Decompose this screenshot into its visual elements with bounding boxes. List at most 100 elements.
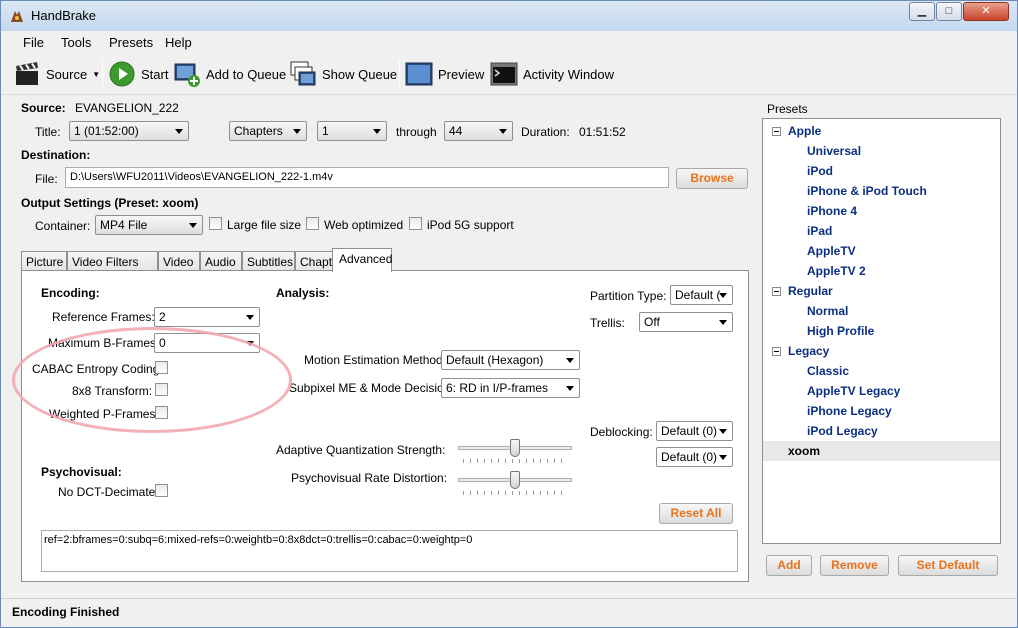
menu-help[interactable]: Help bbox=[165, 35, 192, 50]
ipod-5g-checkbox[interactable] bbox=[409, 217, 422, 230]
source-name: EVANGELION_222 bbox=[75, 101, 179, 115]
preset-item[interactable]: iPad bbox=[807, 224, 832, 238]
container-label: Container: bbox=[35, 219, 91, 233]
preset-item[interactable]: AppleTV Legacy bbox=[807, 384, 900, 398]
close-button[interactable]: ✕ bbox=[963, 2, 1009, 21]
no-dct-decimate-label: No DCT-Decimate: bbox=[58, 485, 159, 499]
weighted-pframes-label: Weighted P-Frames: bbox=[49, 407, 159, 421]
presets-heading: Presets bbox=[767, 102, 808, 116]
large-file-label: Large file size bbox=[227, 218, 302, 232]
handbrake-window: HandBrake ▁ □ ✕ File Tools Presets Help … bbox=[0, 0, 1018, 628]
deblocking-strength-select[interactable]: Default (0) bbox=[656, 421, 733, 441]
preset-item[interactable]: Normal bbox=[807, 304, 848, 318]
remove-preset-button[interactable]: Remove bbox=[820, 555, 889, 576]
preview-button[interactable]: Preview bbox=[405, 59, 484, 89]
chapter-start-select[interactable]: 1 bbox=[317, 121, 387, 141]
show-queue-button[interactable]: Show Queue bbox=[289, 59, 397, 89]
subpixel-label: Subpixel ME & Mode Decision: bbox=[289, 381, 454, 395]
title-bar: HandBrake ▁ □ ✕ bbox=[1, 1, 1017, 31]
menu-file[interactable]: File bbox=[23, 35, 44, 50]
through-label: through bbox=[396, 125, 437, 139]
motion-estimation-select[interactable]: Default (Hexagon) bbox=[441, 350, 580, 370]
browse-button[interactable]: Browse bbox=[676, 168, 748, 189]
minimize-button[interactable]: ▁ bbox=[909, 2, 935, 21]
subpixel-select[interactable]: 6: RD in I/P-frames bbox=[441, 378, 580, 398]
range-type-select[interactable]: Chapters bbox=[229, 121, 307, 141]
transform-8x8-checkbox[interactable] bbox=[155, 383, 168, 396]
chapter-end-select[interactable]: 44 bbox=[444, 121, 513, 141]
title-select[interactable]: 1 (01:52:00) bbox=[69, 121, 189, 141]
partition-type-select[interactable]: Default ( bbox=[670, 285, 733, 305]
x264-options-textarea[interactable]: ref=2:bframes=0:subq=6:mixed-refs=0:weig… bbox=[41, 530, 738, 572]
tab-video-filters[interactable]: Video Filters bbox=[67, 251, 158, 271]
reset-all-button[interactable]: Reset All bbox=[659, 503, 733, 524]
preset-item[interactable]: iPod Legacy bbox=[807, 424, 878, 438]
trellis-select[interactable]: Off bbox=[639, 312, 733, 332]
tab-subtitles[interactable]: Subtitles bbox=[242, 251, 295, 271]
ref-frames-select[interactable]: 2 bbox=[154, 307, 260, 327]
maximize-button[interactable]: □ bbox=[936, 2, 962, 21]
preset-item[interactable]: iPhone Legacy bbox=[807, 404, 892, 418]
add-queue-icon bbox=[174, 63, 200, 87]
cabac-label: CABAC Entropy Coding: bbox=[32, 362, 163, 376]
output-settings-heading: Output Settings (Preset: xoom) bbox=[21, 196, 199, 210]
play-icon bbox=[109, 61, 135, 87]
menu-bar: File Tools Presets Help bbox=[1, 31, 1017, 53]
transform-label: 8x8 Transform: bbox=[72, 384, 153, 398]
partition-type-label: Partition Type: bbox=[590, 289, 667, 303]
weighted-pframes-checkbox[interactable] bbox=[155, 406, 168, 419]
collapse-icon[interactable] bbox=[772, 347, 781, 356]
deblocking-threshold-select[interactable]: Default (0) bbox=[656, 447, 733, 467]
preview-label: Preview bbox=[438, 66, 485, 82]
preset-item[interactable]: AppleTV 2 bbox=[807, 264, 866, 278]
no-dct-decimate-checkbox[interactable] bbox=[155, 484, 168, 497]
collapse-icon[interactable] bbox=[772, 127, 781, 136]
web-optimized-checkbox[interactable] bbox=[306, 217, 319, 230]
source-heading: Source: bbox=[21, 101, 66, 115]
preset-item[interactable]: iPhone & iPod Touch bbox=[807, 184, 927, 198]
large-file-checkbox[interactable] bbox=[209, 217, 222, 230]
preset-item[interactable]: Universal bbox=[807, 144, 861, 158]
add-to-queue-button[interactable]: Add to Queue bbox=[173, 59, 286, 89]
cabac-checkbox[interactable] bbox=[155, 361, 168, 374]
preview-icon bbox=[405, 62, 433, 86]
psy-rd-slider-handle[interactable] bbox=[510, 471, 520, 489]
tab-video[interactable]: Video bbox=[158, 251, 200, 271]
tab-audio[interactable]: Audio bbox=[200, 251, 242, 271]
analysis-heading: Analysis: bbox=[276, 286, 330, 300]
preset-group-apple[interactable]: Apple bbox=[788, 124, 821, 138]
source-button[interactable]: Source ▼ bbox=[13, 59, 100, 89]
preset-item[interactable]: iPod bbox=[807, 164, 833, 178]
activity-window-button[interactable]: Activity Window bbox=[490, 59, 614, 89]
aq-strength-slider-handle[interactable] bbox=[510, 439, 520, 457]
tab-advanced[interactable]: Advanced bbox=[332, 248, 392, 272]
file-label: File: bbox=[35, 172, 58, 186]
preset-item[interactable]: High Profile bbox=[807, 324, 874, 338]
status-text: Encoding Finished bbox=[12, 605, 120, 619]
preset-item[interactable]: AppleTV bbox=[807, 244, 856, 258]
set-default-button[interactable]: Set Default bbox=[898, 555, 998, 576]
menu-presets[interactable]: Presets bbox=[109, 35, 153, 50]
preset-item[interactable]: Classic bbox=[807, 364, 849, 378]
preset-group-legacy[interactable]: Legacy bbox=[788, 344, 829, 358]
destination-file-input[interactable]: D:\Users\WFU2011\Videos\EVANGELION_222-1… bbox=[65, 167, 669, 188]
preset-item[interactable]: iPhone 4 bbox=[807, 204, 857, 218]
activity-window-label: Activity Window bbox=[523, 66, 615, 82]
terminal-icon bbox=[490, 62, 518, 86]
ipod-5g-label: iPod 5G support bbox=[427, 218, 514, 232]
preset-item-custom[interactable]: xoom bbox=[788, 444, 820, 458]
add-preset-button[interactable]: Add bbox=[766, 555, 812, 576]
max-bframes-select[interactable]: 0 bbox=[154, 333, 260, 353]
tab-picture[interactable]: Picture bbox=[21, 251, 67, 271]
window-title: HandBrake bbox=[31, 8, 97, 23]
preset-group-regular[interactable]: Regular bbox=[788, 284, 833, 298]
web-optimized-label: Web optimized bbox=[324, 218, 404, 232]
collapse-icon[interactable] bbox=[772, 287, 781, 296]
queue-icon bbox=[290, 61, 316, 86]
start-button[interactable]: Start bbox=[108, 59, 168, 89]
presets-tree: Apple Universal iPod iPhone & iPod Touch iPh… bbox=[762, 118, 1001, 544]
duration-value: 01:51:52 bbox=[579, 125, 626, 139]
container-select[interactable]: MP4 File bbox=[95, 215, 203, 235]
ref-frames-label: Reference Frames: bbox=[52, 310, 155, 324]
menu-tools[interactable]: Tools bbox=[61, 35, 91, 50]
